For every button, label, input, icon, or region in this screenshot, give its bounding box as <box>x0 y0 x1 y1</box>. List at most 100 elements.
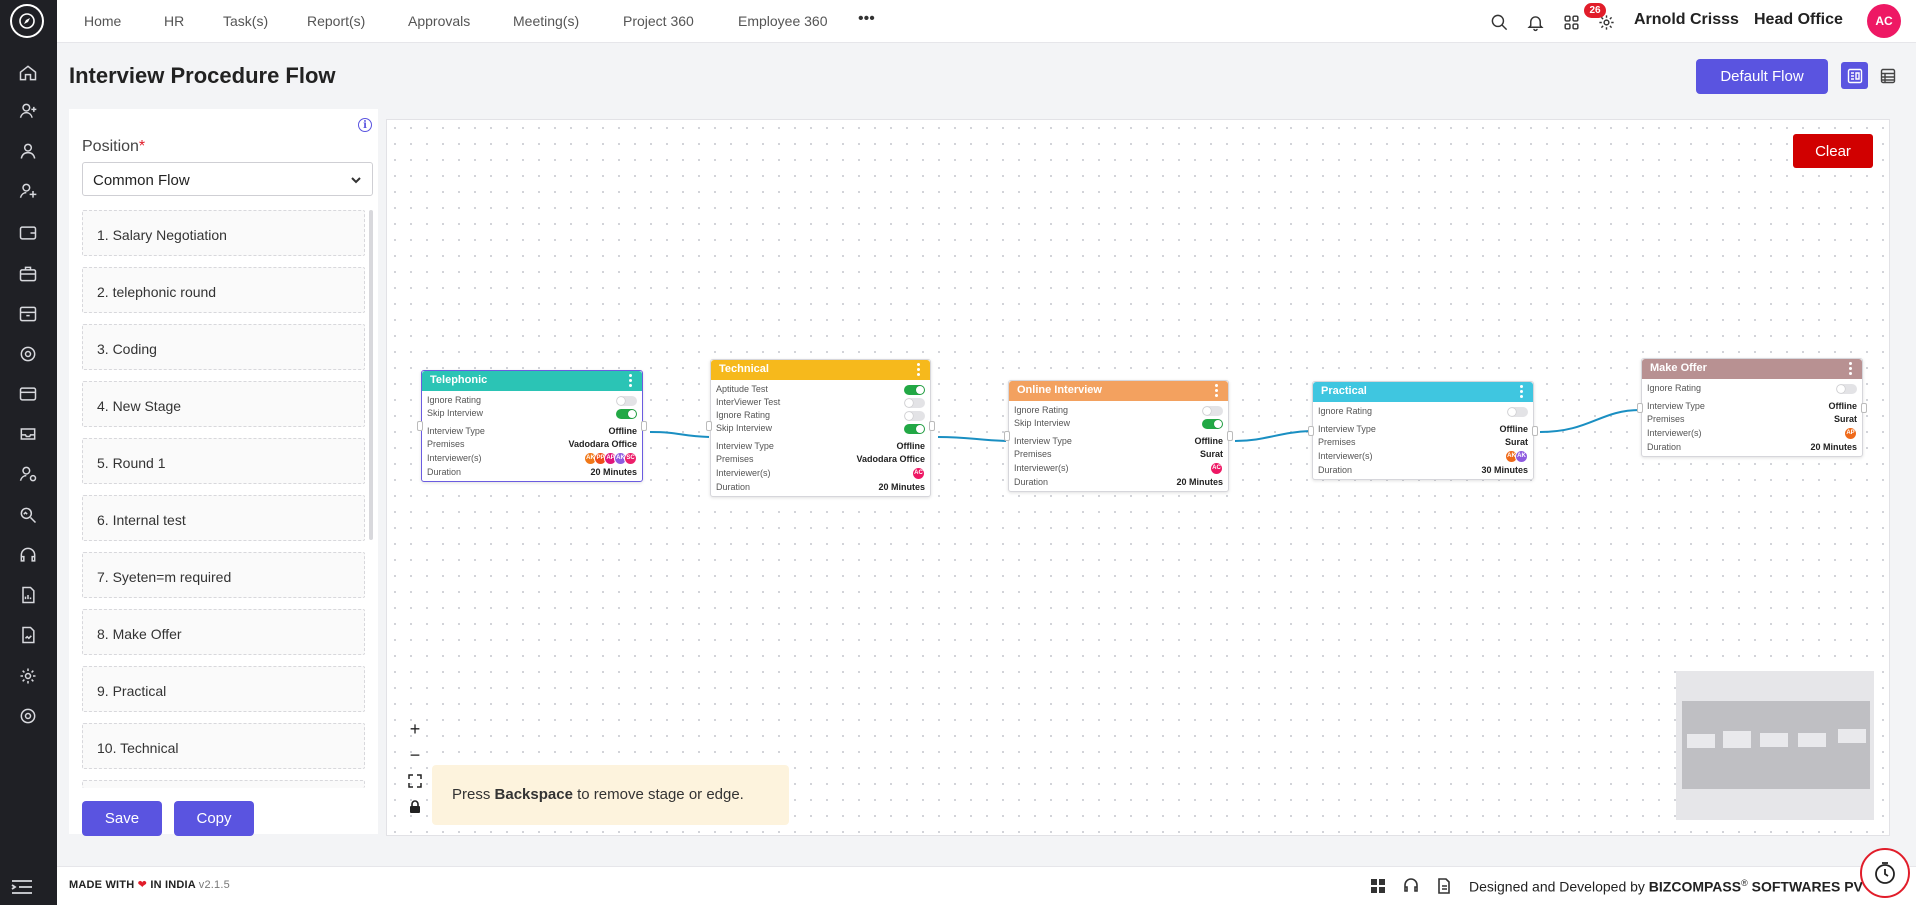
target-handle[interactable] <box>1308 425 1314 436</box>
home-icon[interactable] <box>17 62 39 84</box>
clear-button[interactable]: Clear <box>1793 134 1873 168</box>
user-settings-icon[interactable] <box>17 463 39 485</box>
interviewer-avatar[interactable]: AK <box>1515 450 1528 463</box>
target-handle[interactable] <box>706 421 712 432</box>
zoom-out-icon[interactable]: − <box>402 742 428 768</box>
flow-view-toggle-icon[interactable] <box>1841 62 1868 89</box>
user-plus-icon[interactable] <box>17 180 39 202</box>
document-chart-icon[interactable] <box>17 624 39 646</box>
search-analytics-icon[interactable] <box>17 504 39 526</box>
interviewer-avatar[interactable]: AC <box>912 467 925 480</box>
stage-list-item[interactable]: 4. New Stage <box>82 381 365 427</box>
kebab-menu-icon[interactable] <box>917 363 920 376</box>
stage-list-item[interactable]: 6. Internal test <box>82 495 365 541</box>
gear-icon[interactable] <box>17 665 39 687</box>
toggle-switch[interactable] <box>904 384 925 395</box>
nav-project-360[interactable]: Project 360 <box>623 13 694 29</box>
nav-reports[interactable]: Report(s) <box>307 13 365 29</box>
office-name[interactable]: Head Office <box>1754 11 1843 29</box>
headset-icon[interactable] <box>17 544 39 566</box>
apps-grid-icon[interactable] <box>1560 11 1582 33</box>
target-handle[interactable] <box>1004 430 1010 441</box>
nav-hr[interactable]: HR <box>164 13 184 29</box>
user-icon[interactable] <box>17 140 39 162</box>
stage-node[interactable]: Online Interview Ignore Rating Skip Interv… <box>1004 380 1233 492</box>
settings-gear-icon[interactable] <box>1595 11 1617 33</box>
stage-node-header[interactable]: Online Interview <box>1009 381 1228 401</box>
compass-logo-icon[interactable] <box>10 4 44 38</box>
stage-list-scrollbar[interactable] <box>369 210 373 540</box>
list-view-toggle-icon[interactable] <box>1874 62 1901 89</box>
report-icon[interactable] <box>17 584 39 606</box>
stage-node[interactable]: Make Offer Ignore Rating Interview Type Off… <box>1637 358 1867 457</box>
toggle-switch[interactable] <box>1202 405 1223 416</box>
lock-icon[interactable] <box>402 794 428 820</box>
user-name[interactable]: Arnold Crisss <box>1634 11 1739 29</box>
nav-home[interactable]: Home <box>84 13 121 29</box>
source-handle[interactable] <box>929 421 935 432</box>
support-icon[interactable] <box>17 343 39 365</box>
interviewer-avatar[interactable]: AP <box>1844 427 1857 440</box>
toggle-switch[interactable] <box>904 423 925 434</box>
fit-view-icon[interactable] <box>402 768 428 794</box>
expand-menu-icon[interactable] <box>10 877 34 897</box>
search-icon[interactable] <box>1488 11 1510 33</box>
toggle-switch[interactable] <box>1507 406 1528 417</box>
source-handle[interactable] <box>1532 425 1538 436</box>
nav-tasks[interactable]: Task(s) <box>223 13 268 29</box>
stage-list-item[interactable]: 3. Coding <box>82 324 365 370</box>
briefcase-icon[interactable] <box>17 263 39 285</box>
docs-icon[interactable] <box>1435 877 1453 895</box>
position-select[interactable]: Common Flow <box>82 162 373 196</box>
wallet-icon[interactable] <box>17 222 39 244</box>
windows-icon[interactable] <box>1369 877 1387 895</box>
bell-icon[interactable] <box>1524 11 1546 33</box>
toggle-switch[interactable] <box>1836 383 1857 394</box>
add-user-icon[interactable] <box>17 100 39 122</box>
stage-node-header[interactable]: Make Offer <box>1642 359 1862 379</box>
nav-more-icon[interactable]: ••• <box>858 10 875 28</box>
toggle-switch[interactable] <box>616 395 637 406</box>
kebab-menu-icon[interactable] <box>1520 385 1523 398</box>
zoom-in-icon[interactable]: + <box>402 716 428 742</box>
help-icon[interactable] <box>17 705 39 727</box>
stage-list-item[interactable]: 8. Make Offer <box>82 609 365 655</box>
copy-button[interactable]: Copy <box>174 801 254 836</box>
card-icon[interactable] <box>17 383 39 405</box>
timer-clock-icon[interactable] <box>1860 848 1910 898</box>
stage-list-item[interactable]: 1. Salary Negotiation <box>82 210 365 256</box>
stage-list-item[interactable]: 2. telephonic round <box>82 267 365 313</box>
headset-support-icon[interactable] <box>1402 877 1420 895</box>
toggle-switch[interactable] <box>1202 418 1223 429</box>
stage-node[interactable]: Practical Ignore Rating Interview Type Offl… <box>1308 381 1538 480</box>
target-handle[interactable] <box>417 420 423 431</box>
stage-node-header[interactable]: Practical <box>1313 382 1533 402</box>
archive-icon[interactable] <box>17 303 39 325</box>
stage-list-item[interactable]: 5. Round 1 <box>82 438 365 484</box>
nav-meetings[interactable]: Meeting(s) <box>513 13 579 29</box>
kebab-menu-icon[interactable] <box>1849 362 1852 375</box>
stage-node[interactable]: Technical Aptitude Test InterViewer Test Ig… <box>706 359 935 497</box>
stage-list-item[interactable]: 10. Technical <box>82 723 365 769</box>
nav-approvals[interactable]: Approvals <box>408 13 470 29</box>
source-handle[interactable] <box>641 420 647 431</box>
toggle-switch[interactable] <box>904 397 925 408</box>
kebab-menu-icon[interactable] <box>629 374 632 387</box>
nav-employee-360[interactable]: Employee 360 <box>738 13 828 29</box>
inbox-icon[interactable] <box>17 423 39 445</box>
stage-node-header[interactable]: Technical <box>711 360 930 380</box>
target-handle[interactable] <box>1637 402 1643 413</box>
interviewer-avatar[interactable]: AC <box>1210 462 1223 475</box>
default-flow-button[interactable]: Default Flow <box>1696 59 1828 94</box>
source-handle[interactable] <box>1861 402 1867 413</box>
source-handle[interactable] <box>1227 430 1233 441</box>
toggle-switch[interactable] <box>616 408 637 419</box>
stage-node-header[interactable]: Telephonic <box>422 371 642 391</box>
info-icon[interactable]: i <box>358 118 372 132</box>
stage-list-item[interactable]: 7. Syeten=m required <box>82 552 365 598</box>
save-button[interactable]: Save <box>82 801 162 836</box>
toggle-switch[interactable] <box>904 410 925 421</box>
kebab-menu-icon[interactable] <box>1215 384 1218 397</box>
stage-node[interactable]: Telephonic Ignore Rating Skip Interview Int… <box>417 370 647 482</box>
interviewer-avatar[interactable]: SC <box>624 452 637 465</box>
